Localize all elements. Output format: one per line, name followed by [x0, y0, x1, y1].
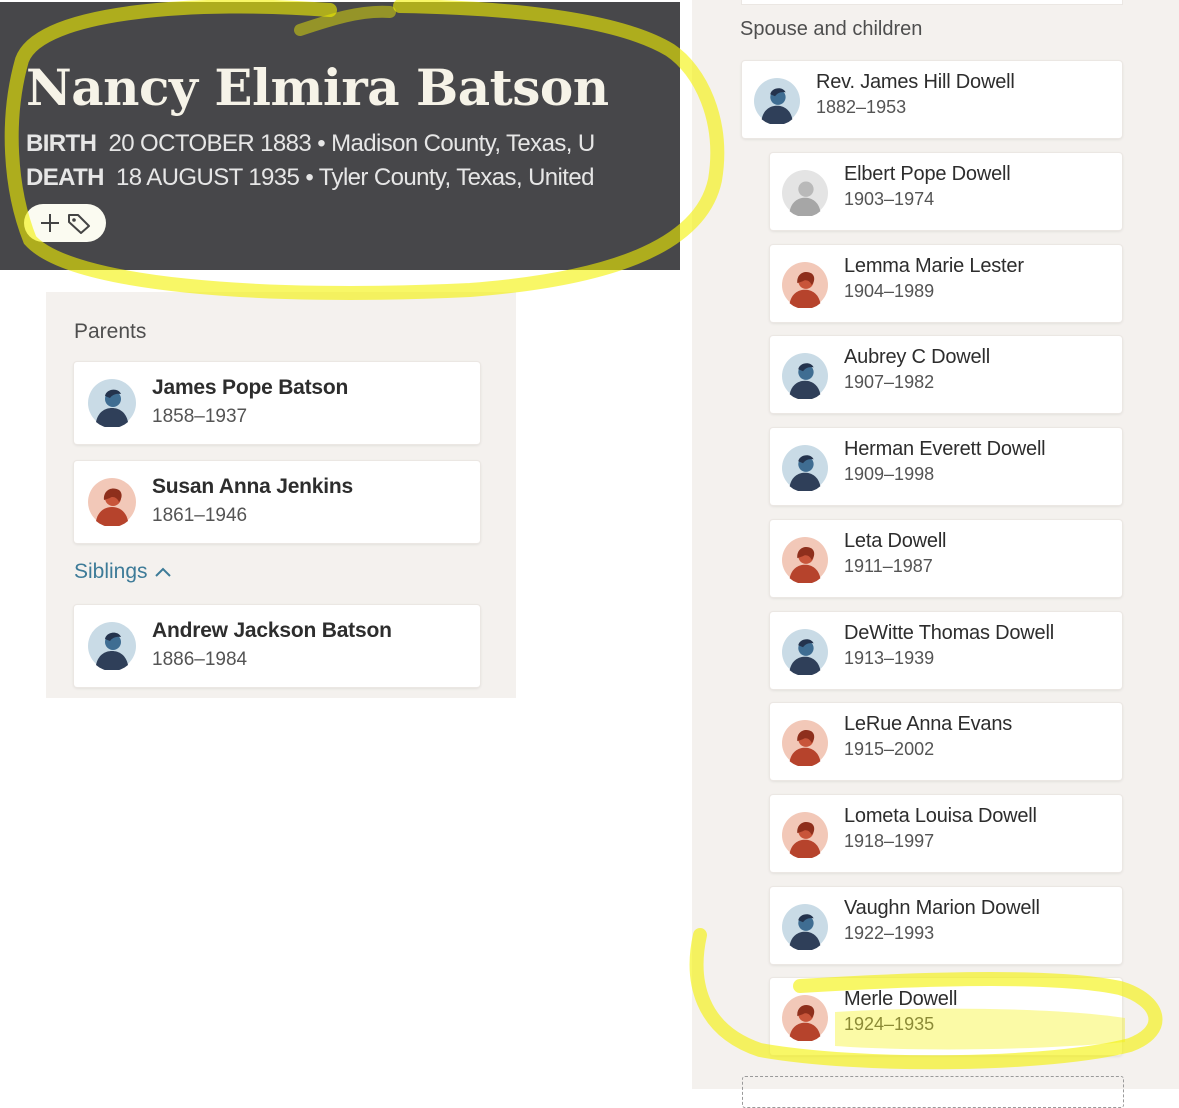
spouse-children-heading: Spouse and children — [740, 18, 923, 40]
siblings-toggle[interactable]: Siblings — [74, 560, 172, 584]
child-card[interactable]: Herman Everett Dowell 1909–1998 — [770, 428, 1122, 506]
child-card[interactable]: Merle Dowell 1924–1935 — [770, 978, 1122, 1056]
spouse-years: 1882–1953 — [816, 97, 907, 117]
add-child-placeholder[interactable] — [742, 1076, 1124, 1108]
parent-years: 1858–1937 — [152, 406, 248, 427]
child-name: Merle Dowell — [844, 988, 958, 1011]
parents-siblings-panel: Parents James Pope Batson 1858–1937 Susa… — [46, 292, 516, 698]
male-avatar-icon — [754, 78, 800, 124]
child-card[interactable]: Aubrey C Dowell 1907–1982 — [770, 336, 1122, 414]
parent-card-father[interactable]: James Pope Batson 1858–1937 — [74, 362, 480, 444]
tag-icon — [68, 214, 90, 234]
add-tag-button[interactable] — [24, 204, 106, 242]
child-name: Aubrey C Dowell — [844, 346, 990, 369]
child-years: 1918–1997 — [844, 830, 935, 851]
child-card[interactable]: Lometa Louisa Dowell 1918–1997 — [770, 794, 1122, 872]
previous-card-edge — [742, 0, 1122, 4]
male-avatar-icon — [782, 903, 828, 950]
child-name: Lometa Louisa Dowell — [844, 804, 1037, 827]
male-avatar-icon — [88, 379, 136, 427]
child-years: 1924–1935 — [844, 1014, 935, 1035]
sibling-name: Andrew Jackson Batson — [152, 619, 392, 642]
male-avatar-icon — [782, 353, 828, 400]
birth-value: 20 OCTOBER 1883 • Madison County, Texas,… — [108, 130, 595, 157]
person-name: Nancy Elmira Batson — [26, 58, 609, 117]
child-years: 1903–1974 — [844, 189, 935, 209]
female-avatar-icon — [782, 261, 828, 308]
female-avatar-icon — [782, 995, 828, 1042]
profile-header: Nancy Elmira Batson BIRTH 20 OCTOBER 188… — [0, 2, 680, 270]
death-fact: DEATH 18 AUGUST 1935 • Tyler County, Tex… — [26, 164, 594, 192]
child-name: DeWitte Thomas Dowell — [844, 621, 1054, 644]
unknown-avatar-icon — [782, 170, 828, 216]
death-label: DEATH — [26, 164, 104, 191]
siblings-label: Siblings — [74, 560, 148, 583]
birth-fact: BIRTH 20 OCTOBER 1883 • Madison County, … — [26, 130, 595, 158]
child-years: 1904–1989 — [844, 280, 935, 301]
death-value: 18 AUGUST 1935 • Tyler County, Texas, Un… — [116, 164, 594, 191]
child-years: 1911–1987 — [844, 555, 933, 576]
female-avatar-icon — [782, 811, 828, 858]
child-years: 1913–1939 — [844, 647, 935, 668]
child-name: Elbert Pope Dowell — [844, 163, 1011, 185]
child-card[interactable]: Vaughn Marion Dowell 1922–1993 — [770, 886, 1122, 964]
sibling-years: 1886–1984 — [152, 649, 248, 670]
child-card[interactable]: Elbert Pope Dowell 1903–1974 — [770, 153, 1122, 230]
spouse-name: Rev. James Hill Dowell — [816, 71, 1015, 93]
child-years: 1915–2002 — [844, 739, 935, 760]
chevron-up-icon — [154, 567, 171, 577]
child-name: Herman Everett Dowell — [844, 438, 1046, 461]
female-avatar-icon — [782, 536, 828, 583]
child-name: Vaughn Marion Dowell — [844, 896, 1040, 919]
spouse-card[interactable]: Rev. James Hill Dowell 1882–1953 — [742, 61, 1122, 138]
child-years: 1922–1993 — [844, 922, 935, 943]
child-name: Leta Dowell — [844, 529, 947, 552]
male-avatar-icon — [88, 622, 136, 670]
child-card[interactable]: Leta Dowell 1911–1987 — [770, 519, 1122, 597]
spouse-children-panel: Spouse and children Rev. James Hill Dowe… — [692, 0, 1179, 1108]
male-avatar-icon — [782, 628, 828, 675]
child-card[interactable]: LeRue Anna Evans 1915–2002 — [770, 703, 1122, 781]
parent-name: James Pope Batson — [152, 376, 349, 399]
female-avatar-icon — [88, 478, 136, 526]
child-name: Lemma Marie Lester — [844, 254, 1024, 277]
child-years: 1907–1982 — [844, 372, 935, 393]
female-avatar-icon — [782, 720, 828, 767]
plus-icon — [41, 214, 59, 232]
male-avatar-icon — [782, 445, 828, 492]
child-name: LeRue Anna Evans — [844, 713, 1013, 736]
parent-card-mother[interactable]: Susan Anna Jenkins 1861–1946 — [74, 461, 480, 543]
parent-name: Susan Anna Jenkins — [152, 475, 354, 498]
child-years: 1909–1998 — [844, 464, 935, 485]
child-card[interactable]: Lemma Marie Lester 1904–1989 — [770, 244, 1122, 322]
parents-heading: Parents — [74, 320, 147, 343]
child-card[interactable]: DeWitte Thomas Dowell 1913–1939 — [770, 611, 1122, 689]
parent-years: 1861–1946 — [152, 505, 248, 526]
sibling-card[interactable]: Andrew Jackson Batson 1886–1984 — [74, 605, 480, 687]
birth-label: BIRTH — [26, 130, 97, 157]
